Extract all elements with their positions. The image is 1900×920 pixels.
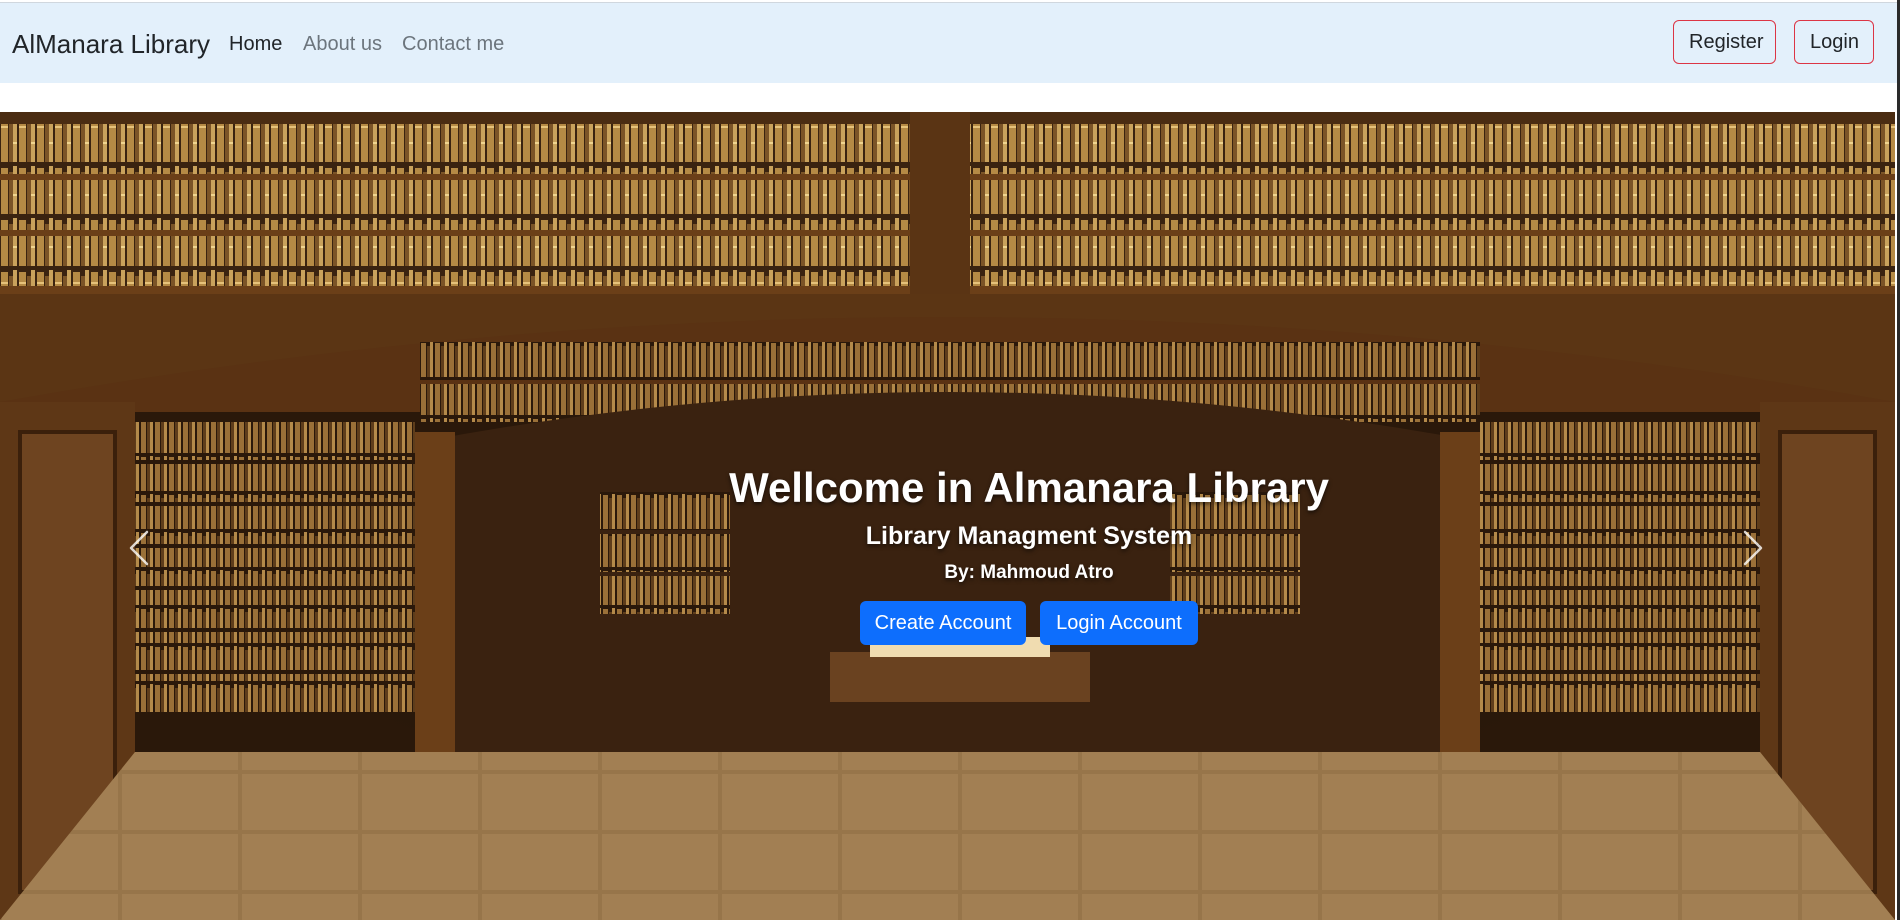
- nav-link-contact[interactable]: Contact me: [402, 33, 504, 56]
- create-account-button[interactable]: Create Account: [860, 601, 1026, 645]
- chevron-right-icon: [1743, 530, 1763, 566]
- login-account-button[interactable]: Login Account: [1040, 601, 1198, 645]
- hero-carousel: Wellcome in Almanara Library Library Man…: [0, 112, 1895, 920]
- page: AlManara Library Home About us Contact m…: [0, 0, 1897, 920]
- hero-title: Wellcome in Almanara Library: [729, 464, 1329, 511]
- navbar: AlManara Library Home About us Contact m…: [0, 2, 1897, 83]
- nav-link-about[interactable]: About us: [303, 33, 382, 56]
- chevron-left-icon: [129, 530, 149, 566]
- hero-author: By: Mahmoud Atro: [944, 562, 1114, 583]
- nav-link-home[interactable]: Home: [229, 33, 282, 56]
- carousel-caption: Wellcome in Almanara Library Library Man…: [0, 112, 1895, 920]
- login-button[interactable]: Login: [1794, 20, 1874, 64]
- brand-logo-text[interactable]: AlManara Library: [12, 29, 210, 60]
- hero-subtitle: Library Managment System: [865, 522, 1193, 550]
- carousel-next-button[interactable]: [1733, 520, 1773, 576]
- register-button[interactable]: Register: [1673, 20, 1776, 64]
- carousel-prev-button[interactable]: [119, 520, 159, 576]
